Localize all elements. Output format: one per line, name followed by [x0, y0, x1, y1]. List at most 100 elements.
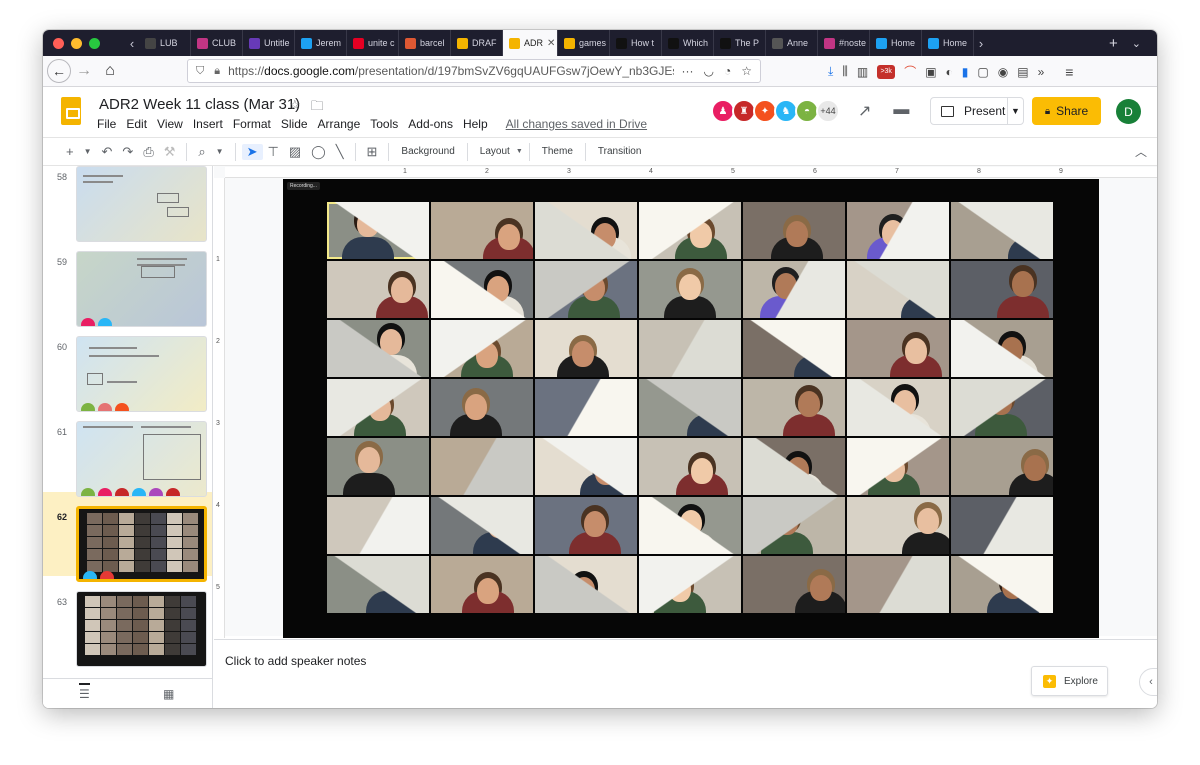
save-status-link[interactable]: All changes saved in Drive: [506, 117, 647, 131]
undo-icon[interactable]: ↶: [97, 144, 118, 160]
comment-add-icon[interactable]: ⊞: [362, 144, 383, 160]
zoom-chevron-down-icon[interactable]: ▼: [211, 147, 229, 156]
extension-arc-icon[interactable]: ⌒: [904, 63, 916, 80]
slide-thumbnail-row[interactable]: 63: [43, 577, 212, 667]
pocket-icon[interactable]: ◡: [704, 64, 714, 78]
shield-icon[interactable]: ⛉: [196, 65, 204, 78]
extension-screen-icon[interactable]: ▣: [925, 65, 936, 79]
vertical-ruler[interactable]: 1 2 3 4 5: [214, 178, 225, 638]
slide-thumbnail[interactable]: [76, 336, 207, 412]
download-icon[interactable]: ⤓: [828, 64, 833, 79]
slides-logo-icon[interactable]: [61, 97, 81, 125]
star-icon[interactable]: ☆: [289, 97, 301, 119]
extension-badge-icon[interactable]: >3k: [877, 64, 896, 79]
maximize-window-button[interactable]: [89, 37, 100, 49]
extension-moon-icon[interactable]: ◐: [946, 65, 953, 79]
more-collaborators-badge[interactable]: +44: [816, 99, 840, 123]
print-icon[interactable]: ⎙: [138, 144, 158, 160]
browser-tab[interactable]: Anne: [766, 30, 818, 56]
extension-capture-icon[interactable]: ▢: [977, 65, 988, 79]
explore-button[interactable]: ✦ Explore: [1031, 666, 1108, 696]
tab-list-chevron-down-icon[interactable]: ⌄: [1132, 37, 1141, 50]
present-chevron-down-icon[interactable]: ▼: [1007, 97, 1023, 125]
theme-button[interactable]: Theme: [536, 146, 579, 157]
minimize-window-button[interactable]: [71, 37, 82, 49]
extension-account-icon[interactable]: ◉: [998, 65, 1008, 79]
slide-thumbnail-row[interactable]: 62: [43, 492, 212, 582]
back-arrow-icon[interactable]: ←: [47, 59, 71, 83]
collapse-toolbar-chevron-up-icon[interactable]: ︿: [1135, 143, 1147, 160]
menu-item-tools[interactable]: Tools: [370, 117, 398, 131]
extension-bars-icon[interactable]: ▮: [962, 65, 969, 79]
lock-icon[interactable]: 🔒︎: [214, 65, 220, 78]
tab-scroll-left-icon[interactable]: ‹: [125, 36, 139, 51]
slide-thumbnail-row[interactable]: 59: [43, 237, 212, 327]
transition-button[interactable]: Transition: [592, 146, 648, 157]
current-slide[interactable]: Recording...: [283, 179, 1099, 638]
url-text[interactable]: https://docs.google.com/presentation/d/1…: [228, 64, 673, 78]
grid-view-icon[interactable]: ▦: [163, 687, 174, 701]
new-slide-chevron-down-icon[interactable]: ▼: [79, 147, 97, 156]
activity-trend-icon[interactable]: ↗: [858, 101, 871, 121]
browser-tab[interactable]: The P: [714, 30, 766, 56]
select-cursor-icon[interactable]: ➤: [241, 143, 263, 160]
paint-format-icon[interactable]: ⚒: [159, 144, 181, 160]
comments-icon[interactable]: ▬: [893, 101, 909, 121]
slide-thumbnail-row[interactable]: 60: [43, 322, 212, 412]
forward-arrow-icon[interactable]: →: [71, 58, 97, 84]
sidebar-icon[interactable]: ▥: [857, 65, 868, 79]
browser-tab[interactable]: Home: [922, 30, 974, 56]
browser-tab[interactable]: games: [558, 30, 610, 56]
browser-tab[interactable]: Home: [870, 30, 922, 56]
menu-item-addons[interactable]: Add-ons: [408, 117, 453, 131]
slide-thumbnail-row[interactable]: 61: [43, 407, 212, 497]
share-button[interactable]: 🔒︎ Share: [1032, 97, 1101, 125]
horizontal-ruler[interactable]: 1 2 3 4 5 6 7 8 9: [225, 167, 1157, 178]
browser-tab[interactable]: Which: [662, 30, 714, 56]
slide-thumbnail[interactable]: [76, 591, 207, 667]
page-actions-icon[interactable]: ···: [682, 64, 694, 78]
layout-button[interactable]: Layout: [474, 146, 516, 157]
overflow-chevron-icon[interactable]: »: [1038, 65, 1045, 79]
slide-thumbnail-row[interactable]: 58: [43, 166, 212, 242]
browser-tab[interactable]: Jerem: [295, 30, 347, 56]
hamburger-menu-icon[interactable]: ≡: [1065, 64, 1073, 80]
user-avatar[interactable]: D: [1116, 99, 1141, 124]
image-icon[interactable]: ▨: [284, 144, 306, 160]
slide-thumbnail[interactable]: [76, 421, 207, 497]
extension-reader-icon[interactable]: ▤: [1017, 65, 1028, 79]
url-bar[interactable]: ⛉ 🔒︎ https://docs.google.com/presentatio…: [187, 59, 761, 83]
close-tab-icon[interactable]: ✕: [547, 38, 557, 49]
new-slide-plus-icon[interactable]: +: [61, 144, 79, 159]
side-panel-chevron-left-icon[interactable]: ‹: [1139, 668, 1157, 696]
browser-tab[interactable]: #noste: [818, 30, 870, 56]
present-button[interactable]: Present ▼: [930, 97, 1024, 125]
browser-tab[interactable]: ADR ✕: [503, 30, 558, 56]
tab-scroll-right-icon[interactable]: ›: [974, 36, 988, 51]
new-tab-icon[interactable]: +: [1109, 35, 1118, 52]
browser-tab[interactable]: How t: [610, 30, 662, 56]
menu-item-insert[interactable]: Insert: [193, 117, 223, 131]
browser-tab[interactable]: DRAF: [451, 30, 503, 56]
text-box-icon[interactable]: ⊤: [263, 144, 284, 160]
browser-tab[interactable]: Untitle: [243, 30, 295, 56]
slide-thumbnail[interactable]: [76, 251, 207, 327]
line-icon[interactable]: ╲: [331, 144, 349, 160]
menu-item-help[interactable]: Help: [463, 117, 488, 131]
browser-tab[interactable]: barcel: [399, 30, 451, 56]
slide-thumbnail[interactable]: [76, 506, 207, 582]
library-icon[interactable]: ⫼: [842, 64, 848, 79]
background-button[interactable]: Background: [395, 146, 460, 157]
browser-tab[interactable]: CLUB: [191, 30, 243, 56]
list-view-icon[interactable]: ☰: [79, 683, 90, 701]
menu-item-arrange[interactable]: Arrange: [318, 117, 361, 131]
menu-item-edit[interactable]: Edit: [126, 117, 147, 131]
home-icon[interactable]: ⌂: [97, 58, 123, 84]
zoom-icon[interactable]: ⌕: [193, 144, 210, 160]
speaker-notes-input[interactable]: Click to add speaker notes: [225, 654, 366, 668]
move-folder-icon[interactable]: 🗀︎: [311, 97, 324, 119]
menu-item-slide[interactable]: Slide: [281, 117, 308, 131]
browser-tab[interactable]: LUB: [139, 30, 191, 56]
menu-item-format[interactable]: Format: [233, 117, 271, 131]
close-window-button[interactable]: [53, 37, 64, 49]
